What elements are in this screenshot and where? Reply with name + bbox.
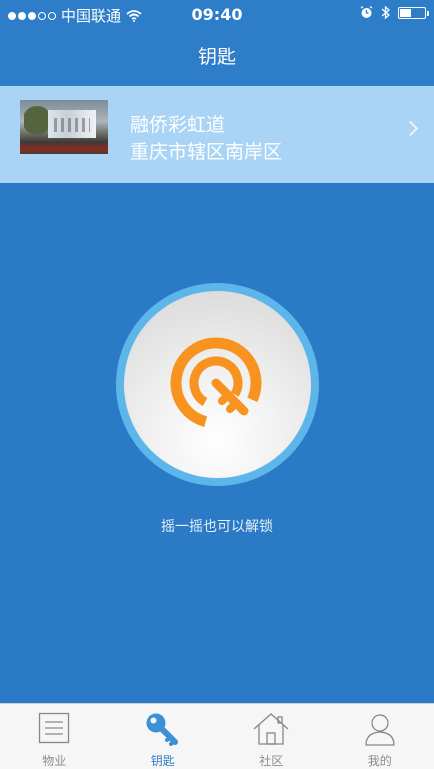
status-bar: 中国联通 09:40	[0, 0, 434, 29]
tab-key[interactable]: 钥匙	[109, 704, 218, 769]
document-icon	[39, 712, 70, 744]
tab-property-label: 物业	[42, 754, 67, 768]
battery-level	[400, 8, 411, 17]
shake-hint: 摇一摇也可以解锁	[161, 519, 273, 535]
page-title: 钥匙	[197, 46, 236, 68]
battery-icon	[398, 6, 429, 19]
community-selector[interactable]: 融侨彩虹道 重庆市辖区南岸区	[0, 86, 434, 183]
house-icon	[253, 713, 289, 745]
tab-me[interactable]: 我的	[326, 704, 434, 769]
key-icon	[169, 337, 261, 428]
status-right	[360, 5, 429, 20]
bluetooth-icon	[381, 5, 390, 20]
tab-bar: 物业 钥匙 社区 我的	[0, 703, 434, 769]
chevron-right-icon	[402, 120, 419, 137]
tab-community[interactable]: 社区	[217, 704, 326, 769]
community-address: 重庆市辖区南岸区	[130, 141, 283, 163]
tab-me-label: 我的	[367, 754, 392, 768]
key-icon	[146, 713, 178, 746]
person-icon	[365, 714, 395, 746]
tab-community-label: 社区	[259, 754, 284, 768]
tab-property[interactable]: 物业	[0, 704, 109, 769]
screen: 中国联通 09:40 钥匙 融侨彩虹道 重庆市辖区南岸区 摇一摇也可以解锁 物业…	[0, 0, 434, 769]
alarm-icon	[360, 6, 373, 18]
unlock-button[interactable]	[124, 291, 311, 478]
tab-key-label: 钥匙	[150, 754, 175, 768]
unlock-ring	[116, 283, 319, 486]
nav-bar: 钥匙	[0, 29, 434, 86]
community-name: 融侨彩虹道	[130, 114, 226, 136]
community-photo	[20, 100, 108, 154]
